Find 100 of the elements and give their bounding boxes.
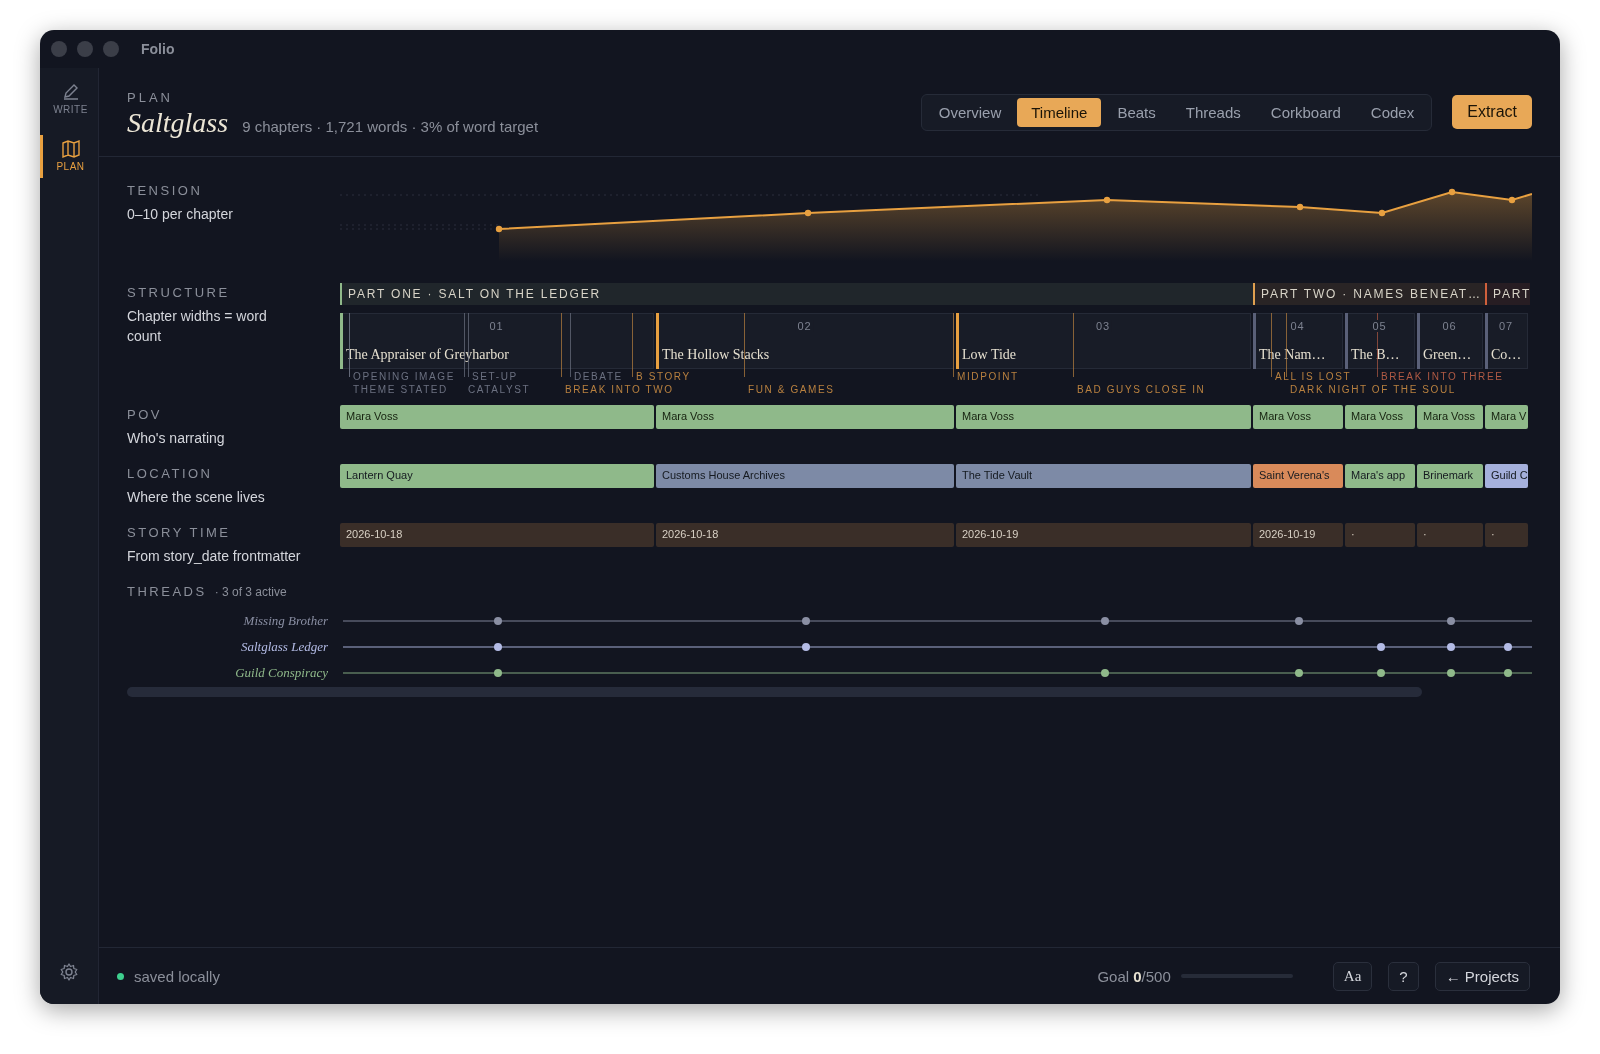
lane-title: STRUCTURE xyxy=(127,285,231,300)
lane-subtitle: From story_date frontmatter xyxy=(127,547,302,566)
thread-name: Guild Conspiracy xyxy=(234,665,329,681)
pov-bar[interactable]: Mara Voss xyxy=(340,405,654,429)
tab[interactable]: Corkboard xyxy=(1256,97,1355,127)
tension-point xyxy=(1296,203,1304,211)
story-time-bar[interactable]: · xyxy=(1485,523,1528,547)
pov-bar[interactable]: Mara Voss xyxy=(956,405,1251,429)
story-time-bar[interactable]: · xyxy=(1417,523,1483,547)
window-title: Folio xyxy=(141,41,175,57)
story-time-bar[interactable]: · xyxy=(1345,523,1415,547)
thread-dot[interactable] xyxy=(1100,669,1109,677)
thread-dot[interactable] xyxy=(1377,643,1385,651)
thread-dot[interactable] xyxy=(1377,669,1385,677)
pov-bar[interactable]: Mara Voss xyxy=(656,405,954,429)
part-bar[interactable]: PART ONE · SALT ON THE LEDGER xyxy=(340,283,1253,305)
thread-dot[interactable] xyxy=(1447,669,1455,677)
project-summary: 9 chapters · 1,721 words · 3% of word target xyxy=(242,117,539,135)
thread-dot[interactable] xyxy=(802,617,810,625)
chapter-block[interactable]: 04 The Nam… xyxy=(1253,313,1343,369)
section-label: PLAN xyxy=(127,89,174,105)
thread-dot[interactable] xyxy=(1503,643,1512,651)
tab[interactable]: Beats xyxy=(1103,97,1170,127)
footer-button[interactable]: ? xyxy=(1388,961,1419,991)
sidebar-item[interactable]: WRITE xyxy=(40,78,98,121)
location-bar[interactable]: Guild C xyxy=(1485,464,1528,488)
story-time-bar[interactable]: 2026-10-18 xyxy=(656,523,954,547)
extract-button[interactable]: Extract xyxy=(1452,95,1532,129)
lane-title: TENSION xyxy=(127,183,204,198)
lane-title: THREADS xyxy=(127,584,207,599)
tab[interactable]: Overview xyxy=(924,97,1016,127)
chapter-block[interactable]: 02 The Hollow Stacks xyxy=(656,313,954,369)
tension-point xyxy=(1378,209,1386,217)
thread-dot[interactable] xyxy=(494,617,502,625)
settings-icon[interactable] xyxy=(59,962,79,982)
thread-dot[interactable] xyxy=(1503,669,1512,677)
location-bar[interactable]: The Tide Vault xyxy=(956,464,1251,488)
tension-point xyxy=(495,225,503,233)
part-bar[interactable]: PART xyxy=(1485,283,1530,305)
footer-button[interactable]: Aa xyxy=(1332,961,1373,991)
sidebar-item[interactable]: PLAN xyxy=(40,135,98,178)
location-bar[interactable]: Lantern Quay xyxy=(340,464,654,488)
beat-label: BREAK INTO TWO xyxy=(565,384,674,396)
footer-button[interactable]: ← Projects xyxy=(1434,961,1530,991)
lane-subtitle: Who's narrating xyxy=(127,429,226,448)
beat-label: B STORY xyxy=(636,371,691,383)
part-bar[interactable]: PART TWO · NAMES BENEAT… xyxy=(1253,283,1485,305)
thread-dot[interactable] xyxy=(1100,617,1109,625)
project-title: Saltglass xyxy=(127,106,229,139)
thread-dot[interactable] xyxy=(1295,669,1303,677)
thread-dot[interactable] xyxy=(1447,643,1455,651)
thread-name: Missing Brother xyxy=(242,613,329,629)
chapter-block[interactable]: 05 The B… xyxy=(1345,313,1415,369)
thread-dot[interactable] xyxy=(494,669,502,677)
location-bar[interactable]: Customs House Archives xyxy=(656,464,954,488)
lane-title: STORY TIME xyxy=(127,525,232,540)
horizontal-scrollbar[interactable] xyxy=(127,687,1422,697)
tension-point xyxy=(1103,196,1111,204)
location-bar[interactable]: Mara's app xyxy=(1345,464,1415,488)
beat-label: SET-UP xyxy=(472,371,518,383)
story-time-bar[interactable]: 2026-10-19 xyxy=(1253,523,1343,547)
beat-label: DARK NIGHT OF THE SOUL xyxy=(1290,384,1456,396)
save-status: saved locally xyxy=(134,967,220,985)
beat-label: BREAK INTO THREE xyxy=(1381,371,1504,383)
tab[interactable]: Codex xyxy=(1356,97,1429,127)
lane-subtitle: Chapter widths = word count xyxy=(127,307,268,346)
pov-bar[interactable]: Mara Voss xyxy=(1417,405,1483,429)
tab[interactable]: Timeline xyxy=(1017,97,1102,127)
lane-title: POV xyxy=(127,407,163,422)
beat-label: CATALYST xyxy=(468,384,531,396)
lane-title: LOCATION xyxy=(127,466,214,481)
beat-label: OPENING IMAGE xyxy=(353,371,455,383)
pov-bar[interactable]: Mara Voss xyxy=(1345,405,1415,429)
tension-point xyxy=(1508,196,1516,204)
location-bar[interactable]: Brinemark xyxy=(1417,464,1483,488)
chapter-block[interactable]: 01 The Appraiser of Greyharbor xyxy=(340,313,654,369)
location-bar[interactable]: Saint Verena's xyxy=(1253,464,1343,488)
beat-label: BAD GUYS CLOSE IN xyxy=(1077,384,1206,396)
beat-label: DEBATE xyxy=(574,371,623,383)
tension-point xyxy=(1448,188,1456,196)
tension-point xyxy=(804,209,812,217)
chapter-block[interactable]: 07 Co… xyxy=(1485,313,1528,369)
thread-dot[interactable] xyxy=(802,643,810,651)
thread-dot[interactable] xyxy=(1447,617,1455,625)
lane-subtitle: Where the scene lives xyxy=(127,488,266,507)
map-icon xyxy=(60,139,81,159)
tab[interactable]: Threads xyxy=(1171,97,1255,127)
pov-bar[interactable]: Mara V xyxy=(1485,405,1528,429)
thread-dot[interactable] xyxy=(494,643,502,651)
story-time-bar[interactable]: 2026-10-18 xyxy=(340,523,654,547)
chapter-block[interactable]: 06 Green… xyxy=(1417,313,1483,369)
story-time-bar[interactable]: 2026-10-19 xyxy=(956,523,1251,547)
goal-label: Goal 0/500 xyxy=(1097,967,1171,985)
beat-label: THEME STATED xyxy=(353,384,448,396)
chapter-block[interactable]: 03 Low Tide xyxy=(956,313,1251,369)
beat-label: ALL IS LOST xyxy=(1275,371,1352,383)
pov-bar[interactable]: Mara Voss xyxy=(1253,405,1343,429)
thread-dot[interactable] xyxy=(1295,617,1303,625)
beat-label: FUN & GAMES xyxy=(748,384,835,396)
thread-count: · 3 of 3 active xyxy=(214,585,287,599)
